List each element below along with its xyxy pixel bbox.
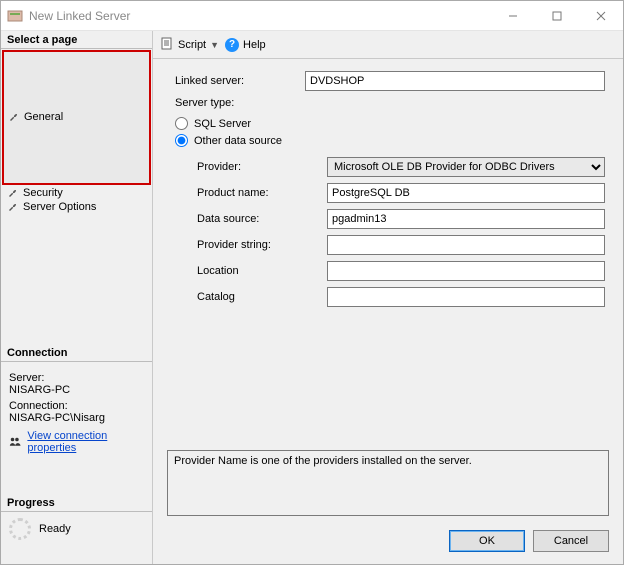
progress-block: Ready <box>1 512 152 546</box>
minimize-button[interactable] <box>491 1 535 31</box>
nav-security[interactable]: Security <box>1 186 152 200</box>
left-pane: Select a page General Security Server Op… <box>1 31 153 564</box>
server-type-label: Server type: <box>175 97 605 109</box>
connection-header: Connection <box>1 344 152 362</box>
people-icon <box>9 436 21 448</box>
provider-select[interactable]: Microsoft OLE DB Provider for ODBC Drive… <box>327 157 605 177</box>
wrench-icon <box>7 201 19 213</box>
help-label: Help <box>243 39 266 51</box>
help-button[interactable]: ? Help <box>225 38 266 52</box>
app-icon <box>7 8 23 24</box>
cancel-button[interactable]: Cancel <box>533 530 609 552</box>
product-name-label: Product name: <box>197 187 327 199</box>
provider-string-label: Provider string: <box>197 239 327 251</box>
sql-server-radio-label: SQL Server <box>194 118 251 130</box>
window-buttons <box>491 1 623 31</box>
location-input[interactable] <box>327 261 605 281</box>
connection-label: Connection: <box>9 400 144 412</box>
title-bar: New Linked Server <box>1 1 623 31</box>
maximize-button[interactable] <box>535 1 579 31</box>
help-icon: ? <box>225 38 239 52</box>
button-bar: OK Cancel <box>153 522 623 564</box>
view-connection-properties-link[interactable]: View connection properties <box>27 430 144 454</box>
progress-header: Progress <box>1 494 152 512</box>
other-data-source-radio[interactable] <box>175 134 188 147</box>
provider-string-input[interactable] <box>327 235 605 255</box>
sql-server-radio[interactable] <box>175 117 188 130</box>
ok-button[interactable]: OK <box>449 530 525 552</box>
nav-security-label: Security <box>23 187 63 199</box>
progress-spinner-icon <box>9 518 31 540</box>
linked-server-label: Linked server: <box>175 75 305 87</box>
data-source-label: Data source: <box>197 213 327 225</box>
location-label: Location <box>197 265 327 277</box>
close-button[interactable] <box>579 1 623 31</box>
catalog-input[interactable] <box>327 287 605 307</box>
script-button[interactable]: Script ▼ <box>161 37 219 53</box>
form-area: Linked server: Server type: SQL Server O… <box>153 59 623 321</box>
product-name-input[interactable] <box>327 183 605 203</box>
script-label: Script <box>178 39 206 51</box>
right-pane: Script ▼ ? Help Linked server: Server ty… <box>153 31 623 564</box>
provider-label: Provider: <box>197 161 327 173</box>
info-box: Provider Name is one of the providers in… <box>167 450 609 516</box>
linked-server-input[interactable] <box>305 71 605 91</box>
info-text: Provider Name is one of the providers in… <box>174 455 472 467</box>
select-page-header: Select a page <box>1 31 152 49</box>
nav-general[interactable]: General <box>2 50 151 185</box>
data-source-input[interactable] <box>327 209 605 229</box>
window-title: New Linked Server <box>29 9 491 23</box>
toolbar: Script ▼ ? Help <box>153 31 623 59</box>
wrench-icon <box>7 187 19 199</box>
nav-server-options[interactable]: Server Options <box>1 200 152 214</box>
server-value: NISARG-PC <box>9 384 144 396</box>
nav-general-label: General <box>24 111 63 123</box>
script-icon <box>161 37 174 53</box>
server-label: Server: <box>9 372 144 384</box>
progress-state: Ready <box>39 523 71 535</box>
dialog-window: New Linked Server Select a page General … <box>0 0 624 565</box>
catalog-label: Catalog <box>197 291 327 303</box>
chevron-down-icon: ▼ <box>210 40 219 50</box>
connection-info: Server: NISARG-PC Connection: NISARG-PC\… <box>1 362 152 460</box>
connection-value: NISARG-PC\Nisarg <box>9 412 144 424</box>
wrench-icon <box>8 111 20 123</box>
nav-server-options-label: Server Options <box>23 201 96 213</box>
other-data-source-radio-label: Other data source <box>194 135 282 147</box>
